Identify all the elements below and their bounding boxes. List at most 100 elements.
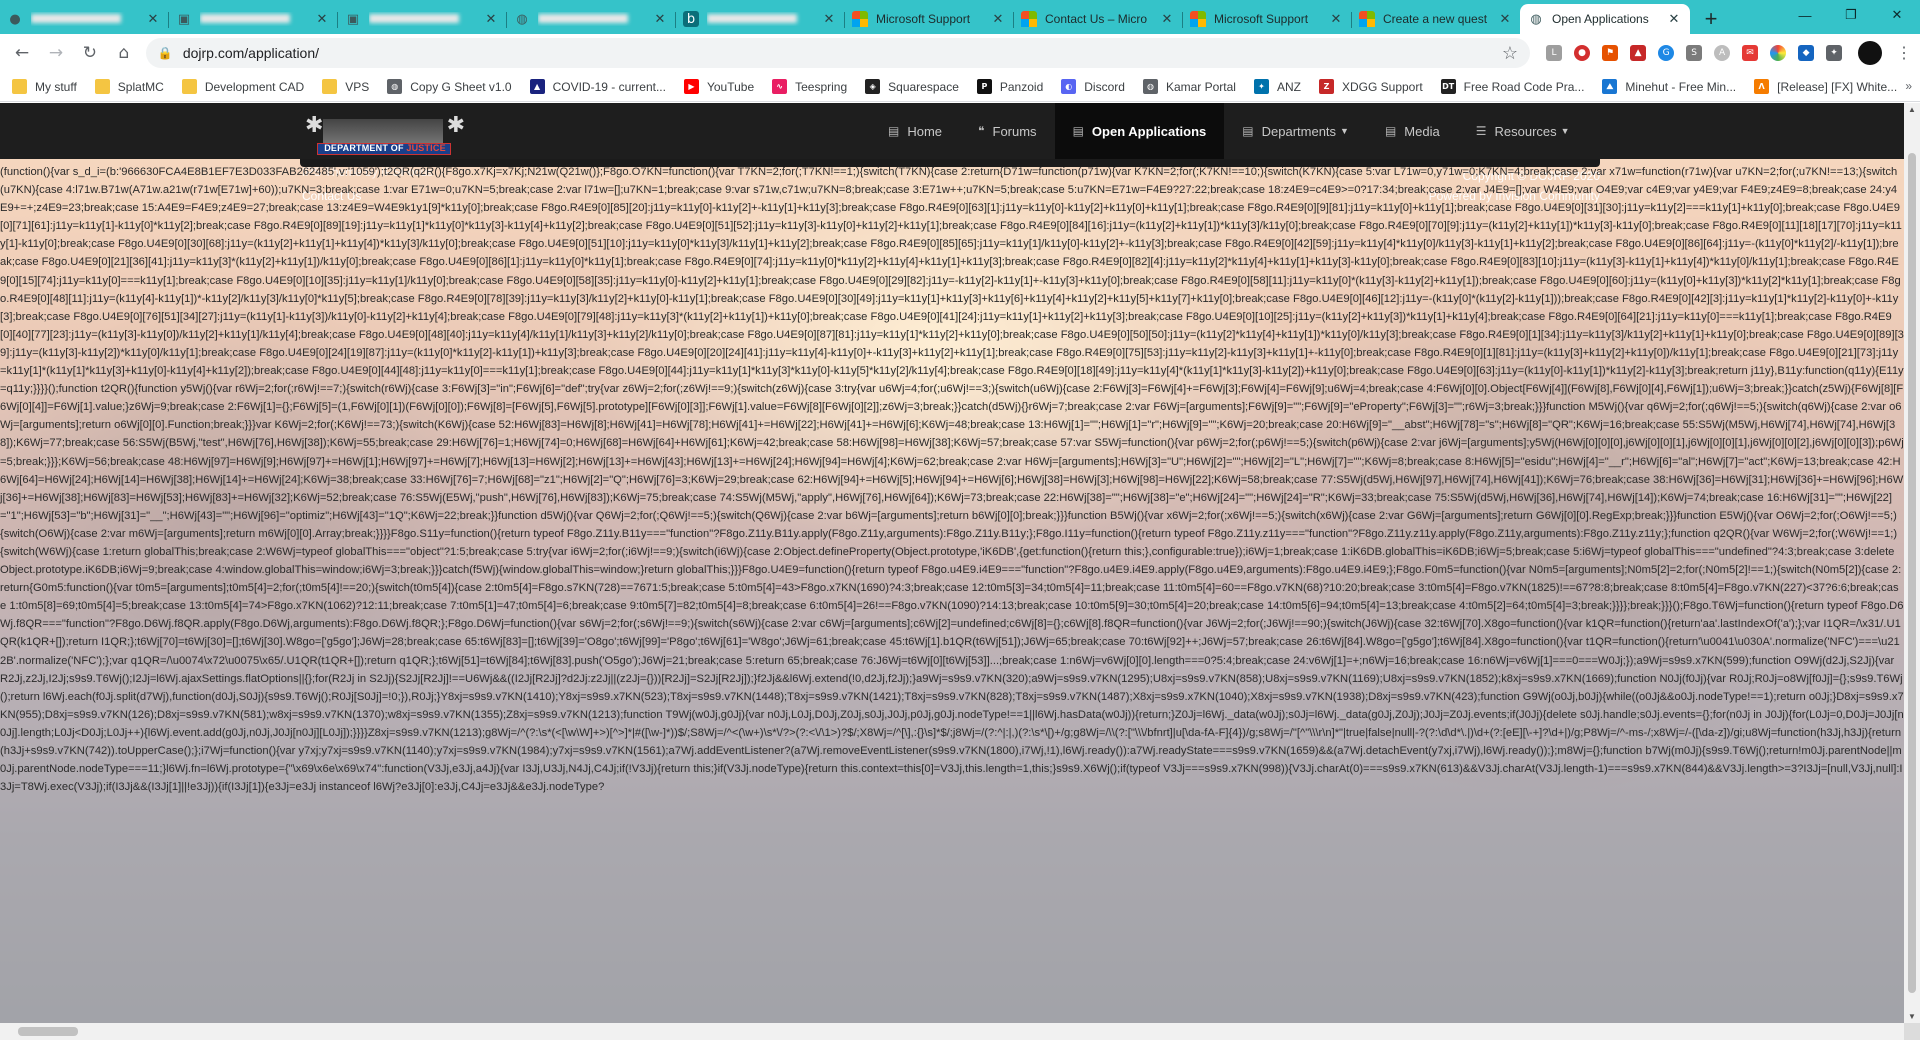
- close-tab-icon[interactable]: ✕: [1497, 11, 1513, 27]
- bookmark-item[interactable]: My stuff: [12, 79, 77, 94]
- bookmark-label: Free Road Code Pra...: [1463, 79, 1585, 94]
- close-tab-icon[interactable]: ✕: [652, 11, 668, 27]
- bookmark-item[interactable]: ◐ Discord: [1061, 79, 1125, 94]
- bookmark-label: Copy G Sheet v1.0: [410, 79, 512, 94]
- bookmark-label: Teespring: [795, 79, 848, 94]
- more-menu-icon[interactable]: ⋮: [1896, 43, 1912, 63]
- bookmark-item[interactable]: Z XDGG Support: [1318, 79, 1423, 94]
- horizontal-scrollbar-thumb[interactable]: [18, 1027, 78, 1036]
- extension-icon[interactable]: L: [1546, 45, 1563, 61]
- home-button[interactable]: ⌂: [110, 39, 138, 67]
- tab-title: [369, 12, 483, 26]
- browser-tab[interactable]: Microsoft Support ✕: [844, 4, 1014, 34]
- extension-icon[interactable]: S: [1686, 45, 1703, 61]
- site-logo[interactable]: ✱ ✱ DEPARTMENT OF JUSTICE: [305, 113, 465, 157]
- browser-tab[interactable]: Contact Us – Micro ✕: [1013, 4, 1183, 34]
- puzzle-icon[interactable]: ✦: [1826, 45, 1843, 61]
- browser-tab[interactable]: ◍ ✕: [506, 4, 676, 34]
- extension-icon[interactable]: [1770, 45, 1787, 61]
- bookmark-label: VPS: [345, 79, 370, 94]
- nav-item[interactable]: ☰ Resources ▼: [1458, 103, 1588, 159]
- scroll-up-arrow-icon[interactable]: ▲: [1904, 105, 1920, 114]
- microsoft-icon: [852, 11, 868, 27]
- bookmark-label: XDGG Support: [1341, 79, 1423, 94]
- tab-title: [538, 12, 652, 26]
- extension-icon[interactable]: ⚑: [1602, 45, 1619, 61]
- bookmark-item[interactable]: ∿ Teespring: [772, 79, 847, 94]
- profile-avatar[interactable]: [1858, 41, 1883, 65]
- vertical-scrollbar[interactable]: ▲ ▼: [1904, 103, 1920, 1023]
- extension-icon[interactable]: G: [1658, 45, 1675, 61]
- bookmark-item[interactable]: ◍ Copy G Sheet v1.0: [387, 79, 512, 94]
- extension-icon[interactable]: ▲: [1630, 45, 1647, 61]
- forward-button[interactable]: →: [42, 39, 70, 67]
- close-tab-icon[interactable]: ✕: [821, 11, 837, 27]
- squarespace-icon: ◈: [865, 79, 881, 94]
- extension-icon[interactable]: ◆: [1798, 45, 1815, 61]
- logo-word: OF: [390, 143, 404, 153]
- bookmark-star-icon[interactable]: ☆: [1502, 43, 1518, 64]
- browser-tab[interactable]: ▣ ✕: [337, 4, 507, 34]
- microsoft-icon: [1021, 11, 1037, 27]
- bookmark-item[interactable]: ⛰ Minehut - Free Min...: [1602, 79, 1736, 94]
- image-icon: ▣: [346, 11, 360, 27]
- bookmark-item[interactable]: Development CAD: [181, 79, 304, 94]
- address-bar[interactable]: 🔒 dojrp.com/application/ ☆: [145, 38, 1531, 68]
- youtube-icon: ▶: [683, 79, 699, 94]
- scrollbar-corner: [1904, 1023, 1920, 1040]
- minehut-icon: ⛰: [1602, 79, 1618, 94]
- vertical-scrollbar-thumb[interactable]: [1908, 153, 1916, 993]
- extension-icon[interactable]: ●: [1574, 45, 1591, 61]
- browser-tab[interactable]: ▣ ✕: [168, 4, 338, 34]
- bookmarks-overflow-button[interactable]: »: [1905, 79, 1912, 93]
- bookmark-item[interactable]: P Panzoid: [976, 79, 1043, 94]
- minimize-button[interactable]: —: [1782, 0, 1828, 30]
- comments-icon: ❝: [978, 124, 985, 138]
- bookmark-item[interactable]: ◍ Kamar Portal: [1142, 79, 1236, 94]
- teespring-icon: ∿: [772, 79, 788, 94]
- bookmark-item[interactable]: DT Free Road Code Pra...: [1440, 79, 1585, 94]
- tab-title: Contact Us – Micro: [1045, 12, 1148, 26]
- bookmark-label: COVID-19 - current...: [552, 79, 666, 94]
- browser-tab[interactable]: Microsoft Support ✕: [1182, 4, 1352, 34]
- bookmark-item[interactable]: ▶ YouTube: [683, 79, 754, 94]
- close-tab-icon[interactable]: ✕: [1666, 11, 1682, 27]
- extension-icon[interactable]: ✉: [1742, 45, 1759, 61]
- browser-tab[interactable]: b ✕: [675, 4, 845, 34]
- browser-tab[interactable]: ● ✕: [0, 4, 169, 34]
- file-icon: ▤: [1242, 124, 1254, 138]
- bookmark-item[interactable]: Λ [Release] [FX] White...: [1754, 79, 1897, 94]
- horizontal-scrollbar[interactable]: [0, 1023, 1904, 1040]
- reload-button[interactable]: ↻: [76, 39, 104, 67]
- skyline-graphic: [323, 119, 443, 145]
- scroll-down-arrow-icon[interactable]: ▼: [1904, 1012, 1920, 1021]
- nav-item[interactable]: ❝ Forums: [960, 103, 1055, 159]
- globe-icon: ◍: [1530, 11, 1542, 27]
- folder-icon: [181, 79, 197, 94]
- close-tab-icon[interactable]: ✕: [314, 11, 330, 27]
- back-button[interactable]: ←: [8, 39, 36, 67]
- close-tab-icon[interactable]: ✕: [1159, 11, 1175, 27]
- extension-icon[interactable]: A: [1714, 45, 1731, 61]
- new-tab-button[interactable]: +: [1696, 4, 1726, 34]
- nav-item[interactable]: ▤ Open Applications: [1054, 103, 1225, 159]
- bookmark-item[interactable]: ✦ ANZ: [1253, 79, 1301, 94]
- close-tab-icon[interactable]: ✕: [483, 11, 499, 27]
- bookmark-item[interactable]: SplatMC: [94, 79, 164, 94]
- nav-item[interactable]: ▤ Home: [870, 103, 960, 159]
- nav-item[interactable]: ▤ Media: [1367, 103, 1458, 159]
- nav-item[interactable]: ▤ Departments ▼: [1224, 103, 1367, 159]
- site-navbar: ✱ ✱ DEPARTMENT OF JUSTICE ▤ Home ❝ Forums ▤ O…: [0, 103, 1904, 167]
- bookmark-label: ANZ: [1276, 79, 1301, 94]
- browser-tab[interactable]: ◍ Open Applications ✕: [1520, 4, 1690, 34]
- close-window-button[interactable]: ✕: [1874, 0, 1920, 30]
- url-text[interactable]: dojrp.com/application/: [183, 45, 1502, 61]
- close-tab-icon[interactable]: ✕: [145, 11, 161, 27]
- close-tab-icon[interactable]: ✕: [1328, 11, 1344, 27]
- bookmark-item[interactable]: VPS: [322, 79, 369, 94]
- bookmark-item[interactable]: ◈ Squarespace: [865, 79, 959, 94]
- restore-button[interactable]: ❐: [1828, 0, 1874, 30]
- browser-tab[interactable]: Create a new quest ✕: [1351, 4, 1521, 34]
- bookmark-item[interactable]: ▲ COVID-19 - current...: [529, 79, 666, 94]
- close-tab-icon[interactable]: ✕: [990, 11, 1006, 27]
